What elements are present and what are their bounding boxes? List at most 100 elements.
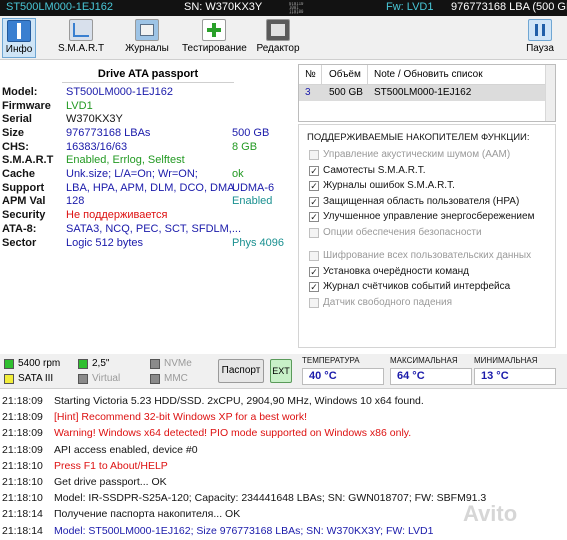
tab-smart[interactable]: S.M.A.R.T xyxy=(56,18,106,58)
feature-item[interactable]: Датчик свободного падения xyxy=(307,297,553,310)
log-message: Получение паспорта накопителя... OK xyxy=(54,508,241,521)
feature-checkbox[interactable]: ✓ xyxy=(309,282,319,292)
feature-item[interactable]: ✓ Установка очерёдности команд xyxy=(307,266,553,279)
feature-checkbox[interactable] xyxy=(309,150,319,160)
feature-label: Журнал счётчиков событий интерфейса xyxy=(323,281,511,292)
legend-virtual-label: Virtual xyxy=(92,373,121,384)
temperature-min-label: МИНИМАЛЬНАЯ xyxy=(474,356,538,365)
log-line: 21:18:10 Get drive passport... OK xyxy=(0,474,567,490)
feature-item[interactable]: Шифрование всех пользовательских данных xyxy=(307,250,553,263)
passport-row: Model: ST500LM000-1EJ162 xyxy=(2,86,295,99)
temperature-label: ТЕМПЕРАТУРА xyxy=(302,356,360,365)
feature-checkbox[interactable] xyxy=(309,298,319,308)
status-bar: ST500LM000-1EJ162 SN: W370KX3Y 010110 10… xyxy=(0,0,567,16)
status-firmware: Fw: LVD1 xyxy=(386,1,434,13)
info-icon xyxy=(7,20,31,42)
col-note[interactable]: Note / Обновить список xyxy=(374,69,483,80)
drive-row[interactable]: 3 500 GB ST500LM000-1EJ162 xyxy=(299,85,547,101)
feature-checkbox[interactable]: ✓ xyxy=(309,197,319,207)
passport-value: 976773168 LBAs xyxy=(66,127,151,139)
drive-list[interactable]: № Объём Note / Обновить список 3 500 GB … xyxy=(298,64,556,122)
log-time: 21:18:10 xyxy=(2,459,43,472)
feature-item[interactable]: ✓ Журналы ошибок S.M.A.R.T. xyxy=(307,180,553,193)
passport-extra: ok xyxy=(232,168,244,180)
passport-extra: Phys 4096 xyxy=(232,237,284,249)
legend-rpm-swatch xyxy=(4,359,14,369)
passport-title: Drive ATA passport xyxy=(62,68,234,83)
tab-info-label: Инфо xyxy=(5,44,33,55)
feature-checkbox[interactable]: ✓ xyxy=(309,267,319,277)
passport-row: Firmware LVD1 xyxy=(2,100,295,113)
legend-mmc-swatch xyxy=(150,374,160,384)
log-line: 21:18:09 [Hint] Recommend 32-bit Windows … xyxy=(0,409,567,425)
feature-label: Установка очерёдности команд xyxy=(323,266,469,277)
feature-label: Опции обеспечения безопасности xyxy=(323,227,482,238)
passport-key: Firmware xyxy=(2,100,51,112)
legend-mmc-label: MMC xyxy=(164,373,188,384)
passport-row: ATA-8: SATA3, NCQ, PEC, SCT, SFDLM,... xyxy=(2,223,295,236)
feature-label: Управление акустическим шумом (AAM) xyxy=(323,149,511,160)
passport-key: S.M.A.R.T xyxy=(2,154,54,166)
feature-checkbox[interactable] xyxy=(309,251,319,261)
feature-item[interactable]: Опции обеспечения безопасности xyxy=(307,227,553,240)
tab-editor-label: Редактор xyxy=(256,43,300,54)
status-model: ST500LM000-1EJ162 xyxy=(6,1,114,13)
log-time: 21:18:09 xyxy=(2,411,43,424)
temperature-min-value: 13 °C xyxy=(474,368,556,385)
feature-label: Шифрование всех пользовательских данных xyxy=(323,250,532,261)
passport-value: Unk.size; L/A=On; Wr=ON; xyxy=(66,168,198,180)
legend-sata-swatch xyxy=(4,374,14,384)
passport-key: Serial xyxy=(2,113,32,125)
passport-value: Enabled, Errlog, Selftest xyxy=(66,154,185,166)
temperature-min: МИНИМАЛЬНАЯ 13 °C xyxy=(472,355,558,387)
legend-nvme-swatch xyxy=(150,359,160,369)
feature-item[interactable]: ✓ Защищенная область пользователя (HPA) xyxy=(307,196,553,209)
pause-button[interactable]: Пауза xyxy=(521,18,559,58)
log-message: Press F1 to About/HELP xyxy=(54,459,168,472)
drive-note: ST500LM000-1EJ162 xyxy=(374,87,472,98)
passport-key: Cache xyxy=(2,168,36,180)
feature-item[interactable]: ✓ Журнал счётчиков событий интерфейса xyxy=(307,281,553,294)
log-time: 21:18:14 xyxy=(2,508,43,521)
drive-list-header: № Объём Note / Обновить список xyxy=(299,65,555,85)
tab-editor[interactable]: Редактор xyxy=(256,18,300,58)
tab-logs[interactable]: Журналы xyxy=(123,18,171,58)
temperature-max-value: 64 °C xyxy=(390,368,472,385)
drive-number: 3 xyxy=(305,87,311,98)
passport-button[interactable]: Паспорт xyxy=(218,359,264,383)
drive-size: 500 GB xyxy=(329,87,363,98)
log-message: Model: ST500LM000-1EJ162; Size 976773168… xyxy=(54,524,434,537)
feature-checkbox[interactable] xyxy=(309,228,319,238)
log-time: 21:18:10 xyxy=(2,492,43,505)
feature-item[interactable]: ✓ Улучшенное управление энергосбережением xyxy=(307,211,553,224)
tab-testing[interactable]: Тестирование xyxy=(182,18,247,58)
log-line: 21:18:10 Press F1 to About/HELP xyxy=(0,458,567,474)
passport-value: LBA, HPA, APM, DLM, DCO, DMA xyxy=(66,182,235,194)
feature-item[interactable]: ✓ Самотесты S.M.A.R.T. xyxy=(307,165,553,178)
passport-key: Support xyxy=(2,182,45,194)
status-capacity: 976773168 LBA (500 GB) xyxy=(451,1,567,13)
passport-extra: 8 GB xyxy=(232,141,258,153)
log-message: Model: IR-SSDPR-S25A-120; Capacity: 2344… xyxy=(54,492,487,505)
log-time: 21:18:10 xyxy=(2,476,43,488)
feature-checkbox[interactable]: ✓ xyxy=(309,166,319,176)
passport-value: 16383/16/63 xyxy=(66,141,128,153)
plus-icon xyxy=(202,19,226,41)
passport-value: W370KX3Y xyxy=(66,113,123,125)
log-message: API access enabled, device #0 xyxy=(54,443,198,456)
legend-nvme-label: NVMe xyxy=(164,358,192,369)
chart-icon xyxy=(69,19,93,41)
feature-checkbox[interactable]: ✓ xyxy=(309,181,319,191)
passport-value: Не поддерживается xyxy=(66,209,168,221)
passport-extra: Enabled xyxy=(232,195,273,207)
col-number[interactable]: № xyxy=(305,69,316,80)
legend-form-label: 2,5" xyxy=(92,358,110,369)
tab-testing-label: Тестирование xyxy=(182,43,247,54)
feature-item[interactable]: Управление акустическим шумом (AAM) xyxy=(307,149,553,162)
col-size[interactable]: Объём xyxy=(329,69,361,80)
ext-button[interactable]: EXT xyxy=(270,359,292,383)
feature-checkbox[interactable]: ✓ xyxy=(309,212,319,222)
drive-list-scrollbar[interactable] xyxy=(545,65,555,121)
tab-info[interactable]: Инфо xyxy=(2,18,36,58)
feature-label: Улучшенное управление энергосбережением xyxy=(323,211,535,222)
